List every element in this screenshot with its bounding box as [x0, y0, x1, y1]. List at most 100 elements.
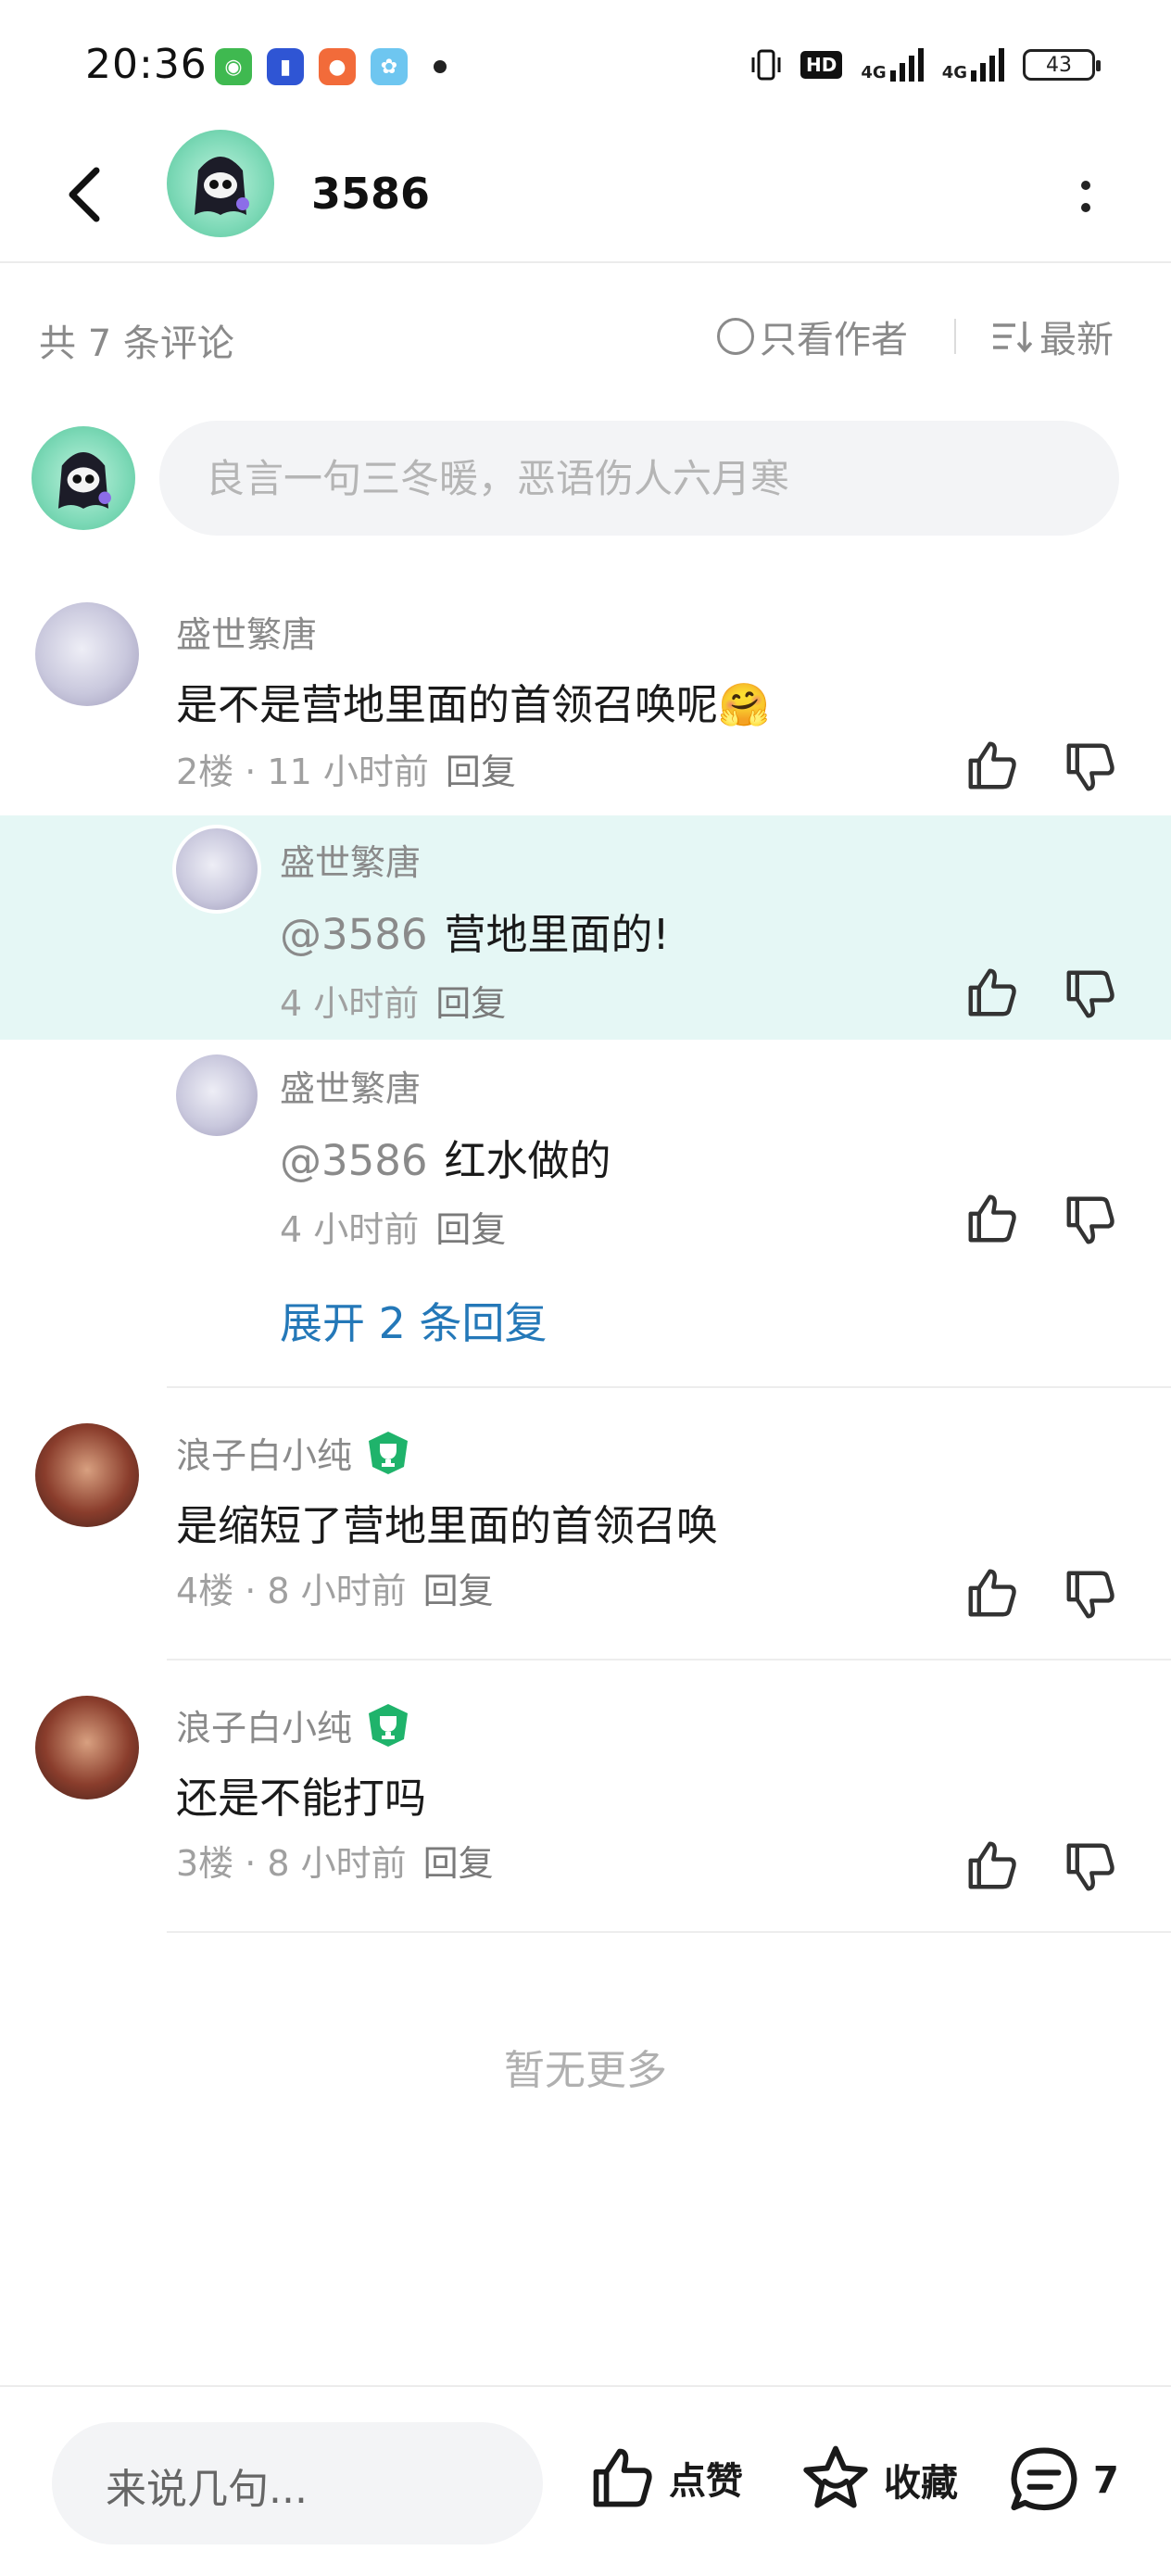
thumbs-up-icon — [968, 1841, 1016, 1889]
comment-divider — [167, 1659, 1171, 1661]
favorite-button[interactable]: 收藏 — [799, 2443, 958, 2517]
toolbar-divider — [954, 319, 956, 354]
reply-button[interactable]: 回复 — [435, 983, 506, 1024]
bottom-action-bar: 来说几句... 点赞 收藏 7 — [0, 2385, 1171, 2576]
replier-avatar[interactable] — [172, 825, 261, 914]
comment-bubble-icon — [1011, 2447, 1077, 2511]
signal-1-icon: 4G — [861, 48, 924, 82]
expand-replies-button[interactable]: 展开 2 条回复 — [280, 1290, 548, 1351]
reply-meta: 4 小时前 回复 — [280, 1201, 506, 1252]
thumbs-up-icon — [968, 1569, 1016, 1617]
bunny-app-icon: ✿ — [371, 48, 408, 85]
back-button[interactable] — [59, 158, 115, 232]
radio-circle-icon — [717, 318, 754, 355]
page-title: 3586 — [311, 169, 431, 219]
more-options-button[interactable] — [1075, 163, 1097, 230]
replier-name[interactable]: 盛世繁唐 — [280, 834, 421, 885]
thumbs-up-button[interactable] — [963, 1564, 1021, 1622]
thumbs-down-icon — [1066, 1196, 1114, 1244]
flashlight-app-icon: ▮ — [267, 48, 304, 85]
status-time: 20:36 — [85, 41, 208, 88]
vibrate-icon — [751, 49, 781, 81]
thumbs-down-button[interactable] — [1062, 1838, 1119, 1896]
star-icon — [803, 2445, 868, 2508]
reply-time: 4 小时前 — [280, 1209, 420, 1250]
reply-text: @3586 红水做的 — [280, 1127, 611, 1187]
thumbs-up-button[interactable] — [963, 964, 1021, 1021]
more-dot-icon — [1081, 181, 1090, 190]
commenter-name[interactable]: 浪子白小纯 — [176, 1427, 352, 1478]
author-avatar[interactable] — [167, 130, 274, 237]
more-dot-icon — [1081, 203, 1090, 212]
status-app-icons: ◉ ▮ ● ✿ — [215, 48, 447, 85]
bottom-comment-input[interactable]: 来说几句... — [52, 2422, 543, 2544]
thumbs-down-icon — [1066, 743, 1114, 791]
thumbs-down-button[interactable] — [1062, 739, 1119, 796]
nfc-app-icon: ◉ — [215, 48, 252, 85]
comments-button[interactable]: 7 — [1006, 2443, 1119, 2519]
thumbs-up-button[interactable] — [963, 737, 1021, 794]
sort-label: 最新 — [1039, 319, 1114, 361]
reply-time: 4 小时前 — [280, 983, 420, 1024]
reply-button[interactable]: 回复 — [435, 1209, 506, 1250]
thumbs-down-button[interactable] — [1062, 966, 1119, 1023]
comment-floor-time: 4楼 · 8 小时前 — [176, 1571, 407, 1611]
battery-icon: 43 — [1023, 49, 1101, 81]
thumbs-up-icon — [593, 2448, 652, 2507]
comment-meta: 3楼 · 8 小时前 回复 — [176, 1835, 494, 1886]
thumbs-up-icon — [968, 968, 1016, 1017]
thumbs-up-button[interactable] — [963, 1190, 1021, 1247]
comments-toolbar: 共 7 条评论 只看作者 最新 — [0, 306, 1171, 373]
reply-body: 营地里面的! — [444, 910, 670, 959]
reply-meta: 4 小时前 回复 — [280, 975, 506, 1026]
mention[interactable]: @3586 — [280, 910, 428, 959]
reply-body: 红水做的 — [444, 1136, 611, 1185]
no-more-text: 暂无更多 — [504, 2047, 667, 2094]
thumbs-down-button[interactable] — [1062, 1192, 1119, 1249]
comment-divider — [167, 1386, 1171, 1388]
commenter-name-row: 浪子白小纯 — [176, 1427, 411, 1478]
net-type-2: 4G — [941, 63, 967, 82]
thumbs-down-button[interactable] — [1062, 1566, 1119, 1623]
thumbs-down-icon — [1066, 1843, 1114, 1891]
thumbs-up-icon — [968, 741, 1016, 789]
signal-2-icon: 4G — [942, 48, 1004, 82]
reply-button[interactable]: 回复 — [423, 1571, 494, 1611]
commenter-name[interactable]: 浪子白小纯 — [176, 1699, 352, 1750]
commenter-name-row: 浪子白小纯 — [176, 1699, 411, 1750]
comment-text: 还是不能打吗 — [176, 1774, 427, 1823]
ghost-avatar-art — [195, 157, 249, 215]
sort-icon — [993, 322, 1032, 353]
trophy-badge-icon — [369, 1431, 409, 1474]
replier-name[interactable]: 盛世繁唐 — [280, 1060, 421, 1111]
more-notifications-dot — [434, 60, 447, 73]
sort-button[interactable]: 最新 — [991, 309, 1114, 363]
comment-text: 是缩短了营地里面的首领召唤 — [176, 1501, 719, 1550]
reply-text: @3586 营地里面的! — [280, 901, 670, 961]
comment-text: 是不是营地里面的首领召唤呢🤗 — [176, 680, 771, 729]
chevron-left-icon — [69, 167, 100, 222]
orange-app-icon: ● — [319, 48, 356, 85]
reply-button[interactable]: 回复 — [446, 751, 516, 792]
thumbs-down-icon — [1066, 1571, 1114, 1619]
comment-input[interactable] — [159, 421, 1119, 536]
reply-button[interactable]: 回复 — [423, 1843, 494, 1884]
like-label: 点赞 — [669, 2460, 743, 2503]
status-indicators: HD 4G 4G 43 — [750, 48, 1101, 82]
comment-divider — [167, 1931, 1171, 1933]
favorite-label: 收藏 — [884, 2462, 958, 2505]
author-only-toggle[interactable]: 只看作者 — [717, 309, 908, 363]
trophy-badge-icon — [369, 1703, 409, 1747]
mention[interactable]: @3586 — [280, 1136, 428, 1185]
replier-avatar[interactable] — [176, 1054, 258, 1136]
commenter-name[interactable]: 盛世繁唐 — [176, 606, 317, 657]
commenter-avatar[interactable] — [35, 1423, 139, 1527]
commenter-avatar[interactable] — [35, 1696, 139, 1799]
my-avatar — [31, 426, 135, 530]
like-post-button[interactable]: 点赞 — [587, 2443, 743, 2513]
thumbs-up-button[interactable] — [963, 1837, 1021, 1894]
commenter-avatar[interactable] — [35, 602, 139, 706]
comment-count-badge: 7 — [1093, 2459, 1119, 2502]
thumbs-down-icon — [1066, 970, 1114, 1018]
comment-meta: 4楼 · 8 小时前 回复 — [176, 1562, 494, 1613]
